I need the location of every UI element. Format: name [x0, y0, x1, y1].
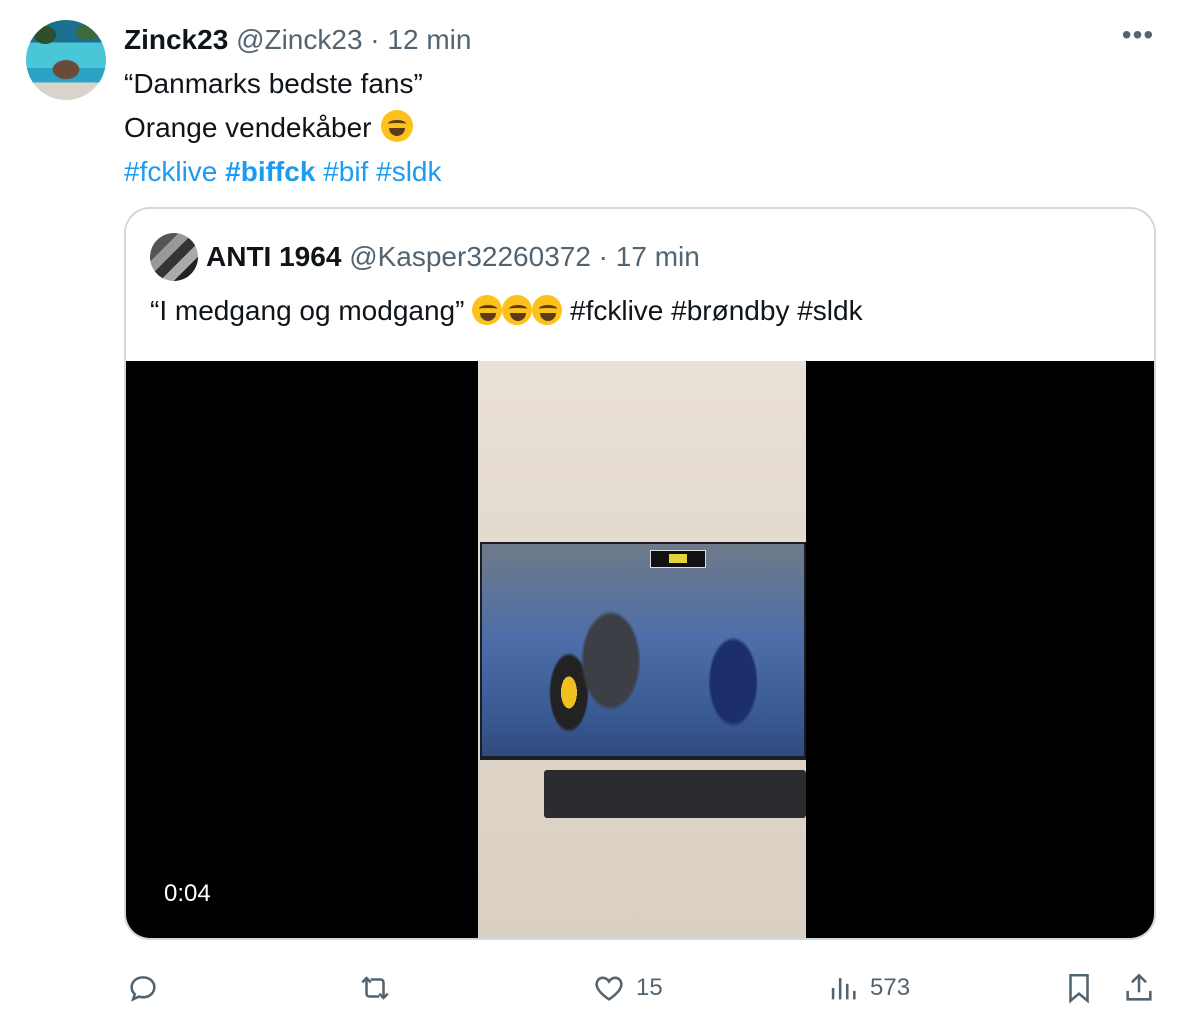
like-count: 15	[636, 974, 663, 1001]
tweet-line-2-text: Orange vendekåber	[124, 112, 372, 143]
quoted-hashtag[interactable]: #sldk	[797, 295, 862, 326]
meta-separator: ·	[590, 241, 616, 272]
action-bar: 15 573	[0, 960, 1188, 1016]
tweet-text: “Danmarks bedste fans” Orange vendekåber…	[124, 62, 1154, 194]
video-frame	[478, 361, 806, 938]
more-horizontal-icon[interactable]: •••	[1118, 20, 1158, 56]
soundbar-image	[544, 770, 806, 818]
tv-scoreboard	[650, 550, 706, 568]
tv-screen	[482, 544, 804, 756]
quoted-tweet-header: ANTI 1964 @Kasper32260372 · 17 min	[206, 239, 700, 275]
retweet-icon	[361, 976, 389, 1000]
quoted-text-content: “I medgang og modgang”	[150, 295, 465, 326]
rolling-on-floor-laughing-emoji	[502, 295, 533, 325]
bookmark-button[interactable]	[1062, 960, 1096, 1016]
author-handle[interactable]: @Zinck23	[236, 24, 362, 55]
rolling-on-floor-laughing-emoji	[472, 295, 503, 325]
quoted-author-handle[interactable]: @Kasper32260372	[349, 241, 591, 272]
hashtag-link[interactable]: #sldk	[376, 156, 441, 187]
author-avatar[interactable]	[26, 20, 106, 100]
tweet-header: Zinck23 @Zinck23 · 12 min	[124, 22, 471, 58]
video-player[interactable]: 0:04	[126, 361, 1154, 938]
quoted-tweet-time[interactable]: 17 min	[616, 241, 700, 272]
tweet-time[interactable]: 12 min	[387, 24, 471, 55]
quoted-author-name[interactable]: ANTI 1964	[206, 241, 341, 272]
tweet-line-2: Orange vendekåber	[124, 106, 1154, 150]
tweet-hashtags: #fcklive #biffck #bif #sldk	[124, 150, 1154, 194]
author-name[interactable]: Zinck23	[124, 24, 228, 55]
tweet-line-1: “Danmarks bedste fans”	[124, 68, 423, 99]
tv-image	[480, 542, 806, 760]
rolling-on-floor-laughing-emoji	[532, 295, 563, 325]
views-icon	[831, 978, 856, 1000]
video-duration: 0:04	[164, 880, 211, 907]
quoted-hashtag[interactable]: #brøndby	[671, 295, 789, 326]
share-icon	[1126, 973, 1152, 1001]
views-button[interactable]: 573	[826, 960, 910, 1016]
meta-separator: ·	[362, 24, 388, 55]
hashtag-link[interactable]: #bif	[323, 156, 368, 187]
views-count: 573	[870, 974, 911, 1001]
avatar-palm	[76, 24, 100, 40]
retweet-button[interactable]	[358, 960, 392, 1016]
reply-button[interactable]	[126, 960, 160, 1016]
quoted-hashtag[interactable]: #fcklive	[570, 295, 663, 326]
quoted-tweet-text: “I medgang og modgang” #fcklive #brøndby…	[150, 291, 863, 331]
like-button[interactable]: 15	[592, 960, 663, 1016]
reply-icon	[130, 976, 156, 1002]
share-button[interactable]	[1122, 960, 1156, 1016]
quoted-tweet-card[interactable]: ANTI 1964 @Kasper32260372 · 17 min “I me…	[124, 207, 1156, 940]
face-with-tears-of-joy-emoji	[381, 110, 414, 142]
heart-icon	[595, 976, 623, 1001]
quoted-author-avatar[interactable]	[150, 233, 198, 281]
hashtag-link[interactable]: #fcklive	[124, 156, 217, 187]
bookmark-icon	[1069, 973, 1089, 1004]
hashtag-link[interactable]: #biffck	[225, 156, 315, 187]
avatar-palm	[34, 26, 56, 44]
